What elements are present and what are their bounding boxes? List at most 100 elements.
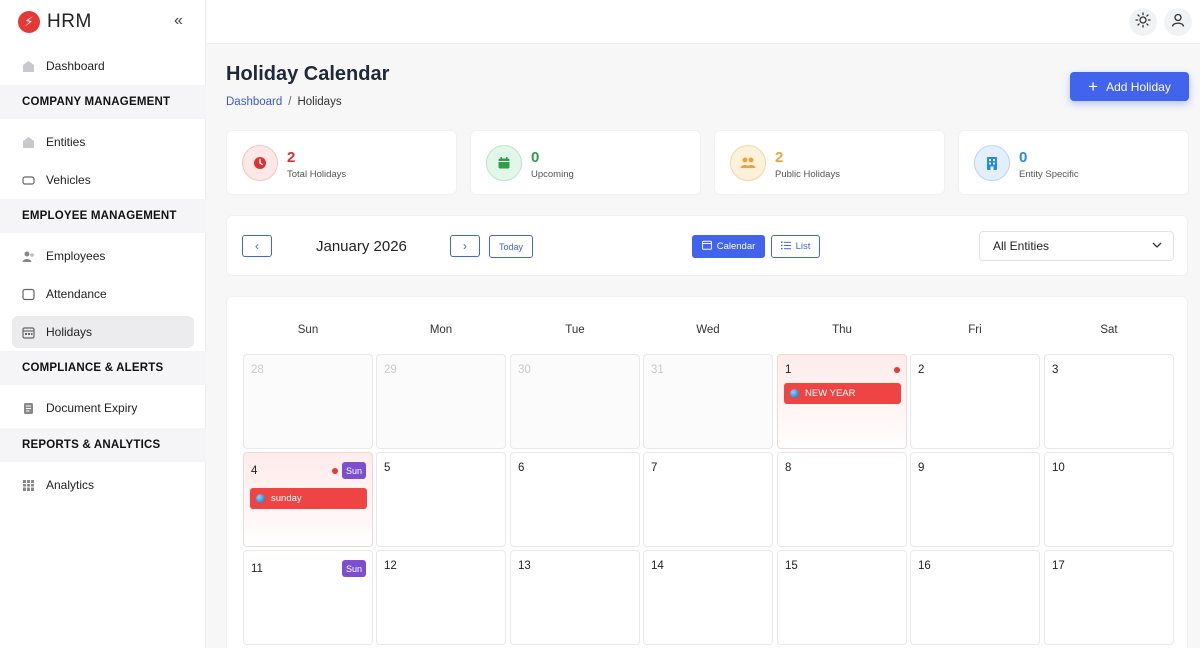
day-number: 6: [518, 462, 525, 474]
stat-value: 2: [287, 149, 296, 166]
sidebar-item-label: Document Expiry: [46, 401, 138, 415]
calendar-day-cell[interactable]: 13: [510, 550, 640, 645]
sidebar-item-attendance[interactable]: Attendance: [12, 278, 194, 310]
calendar-day-cell[interactable]: 5: [376, 452, 506, 547]
user-menu-button[interactable]: [1164, 8, 1192, 36]
weekday-header: Sun: [297, 324, 319, 336]
entity-filter-select[interactable]: All Entities: [979, 231, 1174, 261]
calendar-day-cell[interactable]: 6: [510, 452, 640, 547]
day-number: 31: [651, 364, 664, 376]
stat-label: Upcoming: [531, 169, 574, 180]
list-icon: [780, 241, 791, 253]
globe-icon: [790, 389, 799, 398]
attendance-icon: [22, 288, 35, 301]
calendar-day-cell[interactable]: 3: [1044, 354, 1174, 449]
brand-logo-icon: ⚡: [18, 11, 40, 33]
vehicle-icon: [22, 174, 35, 187]
holiday-event-sunday[interactable]: sunday: [250, 488, 367, 509]
calendar-day-cell[interactable]: 12: [376, 550, 506, 645]
day-number: 13: [518, 560, 531, 572]
holiday-event-new-year[interactable]: NEW YEAR: [784, 383, 901, 404]
day-number: 4: [251, 465, 258, 477]
current-month: January 2026: [316, 238, 407, 255]
stat-card-total-holidays: 2 Total Holidays: [226, 130, 457, 195]
sidebar-item-document-expiry[interactable]: Document Expiry: [12, 392, 194, 424]
calendar-day-cell[interactable]: 8: [777, 452, 907, 547]
calendar-view-button[interactable]: Calendar: [692, 235, 765, 258]
sidebar-item-dashboard[interactable]: Dashboard: [12, 50, 194, 82]
globe-icon: [256, 494, 265, 503]
weekday-header: Thu: [832, 324, 852, 336]
calendar-day-cell[interactable]: 10: [1044, 452, 1174, 547]
document-icon: [22, 402, 35, 415]
user-icon: [1170, 12, 1186, 33]
day-number: 9: [918, 462, 925, 474]
holiday-event-label: sunday: [271, 493, 302, 504]
day-number: 30: [518, 364, 531, 376]
calendar-day-cell[interactable]: 4 Sun sunday: [243, 452, 373, 547]
users-icon: [22, 250, 35, 263]
stat-card-entity-specific: 0 Entity Specific: [958, 130, 1189, 195]
sidebar-item-entities[interactable]: Entities: [12, 126, 194, 158]
day-number: 5: [384, 462, 391, 474]
calendar-day-cell[interactable]: 9: [910, 452, 1040, 547]
next-month-button[interactable]: ›: [450, 235, 480, 257]
sunday-badge: Sun: [341, 560, 366, 577]
sun-icon: [1135, 11, 1151, 33]
sidebar-item-label: Attendance: [46, 287, 107, 301]
list-view-button[interactable]: List: [771, 235, 820, 258]
sidebar-item-analytics[interactable]: Analytics: [12, 469, 194, 501]
stat-label: Entity Specific: [1019, 169, 1079, 180]
sidebar-item-label: Analytics: [46, 478, 95, 492]
day-number: 28: [251, 364, 264, 376]
calendar-toolbar: ‹ January 2026 › Today Calendar List All…: [226, 215, 1188, 276]
calendar-day-cell[interactable]: 14: [643, 550, 773, 645]
calendar-day-cell[interactable]: 29: [376, 354, 506, 449]
calendar-day-cell[interactable]: 17: [1044, 550, 1174, 645]
sidebar-item-label: Entities: [46, 135, 86, 149]
stat-card-public-holidays: 2 Public Holidays: [714, 130, 945, 195]
weekday-header: Sat: [1100, 324, 1118, 336]
calendar-grid: Sun Mon Tue Wed Thu Fri Sat 28 29 30 31 …: [226, 296, 1188, 648]
calendar-day-cell[interactable]: 1 NEW YEAR: [777, 354, 907, 449]
stat-card-upcoming: 0 Upcoming: [470, 130, 701, 195]
sidebar-item-employees[interactable]: Employees: [12, 240, 194, 272]
day-number: 3: [1052, 364, 1059, 376]
add-holiday-button[interactable]: + Add Holiday: [1070, 72, 1189, 101]
today-button[interactable]: Today: [489, 235, 533, 258]
weekday-header: Mon: [429, 324, 453, 336]
prev-month-button[interactable]: ‹: [242, 235, 272, 257]
calendar-day-cell[interactable]: 31: [643, 354, 773, 449]
calendar-day-cell[interactable]: 11 Sun: [243, 550, 373, 645]
calendar-icon: [701, 240, 712, 253]
day-number: 29: [384, 364, 397, 376]
calendar-day-cell[interactable]: 15: [777, 550, 907, 645]
weekday-header: Wed: [696, 324, 720, 336]
list-view-label: List: [795, 241, 811, 252]
sidebar-item-holidays[interactable]: Holidays: [12, 316, 194, 348]
day-number: 7: [651, 462, 658, 474]
day-number: 17: [1052, 560, 1065, 572]
dashboard-icon: [22, 60, 35, 73]
sidebar-item-vehicles[interactable]: Vehicles: [12, 164, 194, 196]
theme-toggle-button[interactable]: [1129, 8, 1157, 36]
calendar-day-cell[interactable]: 30: [510, 354, 640, 449]
calendar-day-cell[interactable]: 16: [910, 550, 1040, 645]
holiday-indicator-dot: [332, 468, 338, 474]
brand[interactable]: ⚡ HRM «: [0, 0, 205, 44]
chevron-right-icon: ›: [463, 239, 467, 253]
stat-label: Total Holidays: [287, 169, 347, 180]
section-compliance-alerts: COMPLIANCE & ALERTS: [0, 351, 206, 385]
topbar: [207, 0, 1200, 44]
breadcrumb-dashboard-link[interactable]: Dashboard: [226, 96, 282, 108]
day-number: 2: [918, 364, 925, 376]
calendar-day-cell[interactable]: 7: [643, 452, 773, 547]
calendar-day-cell[interactable]: 2: [910, 354, 1040, 449]
section-reports-analytics: REPORTS & ANALYTICS: [0, 428, 206, 462]
add-holiday-label: Add Holiday: [1106, 79, 1171, 94]
collapse-sidebar-icon[interactable]: «: [174, 12, 183, 30]
sidebar-item-label: Vehicles: [46, 173, 91, 187]
day-number: 10: [1052, 462, 1065, 474]
breadcrumb-separator: /: [288, 96, 292, 108]
calendar-day-cell[interactable]: 28: [243, 354, 373, 449]
